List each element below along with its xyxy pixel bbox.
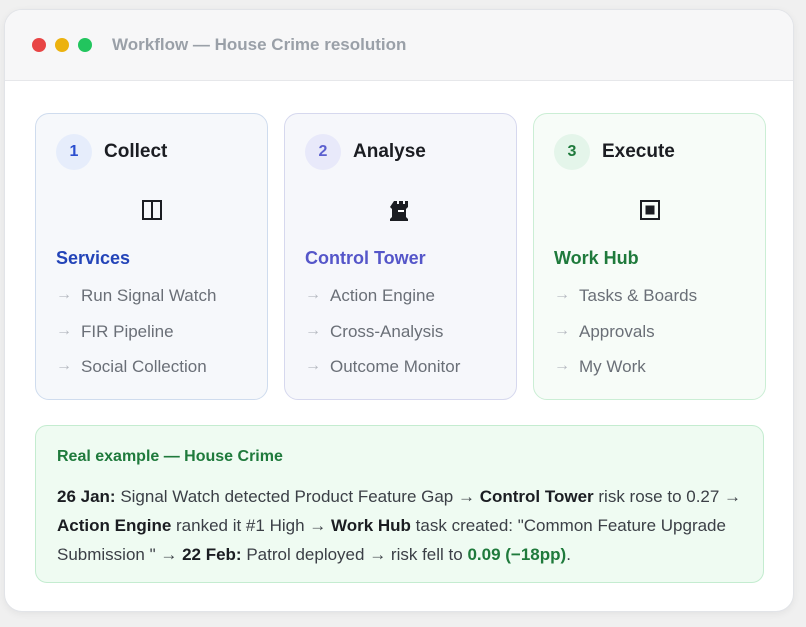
step-number: 1 bbox=[56, 134, 92, 170]
example-date-start: 26 Jan: bbox=[57, 487, 116, 506]
window-title: Workflow — House Crime resolution bbox=[112, 35, 407, 54]
step-number: 3 bbox=[554, 134, 590, 170]
window-titlebar: Workflow — House Crime resolution bbox=[5, 10, 793, 81]
list-item[interactable]: → Cross-Analysis bbox=[305, 322, 460, 358]
example-result-value: 0.09 (−18pp) bbox=[467, 545, 567, 564]
example-description: 26 Jan: Signal Watch detected Product Fe… bbox=[57, 482, 742, 569]
list-item-label: Approvals bbox=[579, 321, 655, 341]
step-item-list: → Tasks & Boards → Approvals → My Work bbox=[554, 286, 697, 393]
arrow-right-icon: → bbox=[56, 286, 72, 303]
example-work-hub: Work Hub bbox=[330, 516, 411, 535]
list-item-label: Cross-Analysis bbox=[330, 321, 444, 341]
workflow-window: Workflow — House Crime resolution 1 Coll… bbox=[4, 9, 794, 612]
step-title: Analyse bbox=[353, 141, 426, 162]
list-item[interactable]: → FIR Pipeline bbox=[56, 322, 216, 358]
step-subtitle[interactable]: Control Tower bbox=[305, 248, 426, 269]
list-item-label: My Work bbox=[579, 357, 646, 376]
arrow-right-icon: → bbox=[56, 321, 72, 339]
list-item-label: Outcome Monitor bbox=[330, 357, 461, 376]
example-date-end: 22 Feb: bbox=[182, 545, 242, 564]
workflow-steps: 1 Collect Services → Run Signal Watch → FI… bbox=[35, 113, 766, 400]
example-text: . bbox=[566, 545, 571, 564]
step-title: Execute bbox=[602, 141, 675, 162]
list-item[interactable]: → Action Engine bbox=[305, 286, 460, 322]
list-item[interactable]: → Tasks & Boards bbox=[554, 286, 697, 322]
list-item[interactable]: → My Work bbox=[554, 357, 697, 393]
arrow-right-icon: → bbox=[305, 286, 321, 303]
step-header: 1 Collect bbox=[56, 134, 267, 170]
list-item-label: Run Signal Watch bbox=[81, 286, 217, 305]
list-item-label: Action Engine bbox=[330, 286, 435, 305]
list-item[interactable]: → Outcome Monitor bbox=[305, 357, 460, 393]
list-item-label: FIR Pipeline bbox=[81, 321, 174, 341]
step-item-list: → Run Signal Watch → FIR Pipeline → Social … bbox=[56, 286, 216, 393]
list-item[interactable]: → Approvals bbox=[554, 322, 697, 358]
real-example-panel: Real example — House Crime 26 Jan: Signa… bbox=[35, 425, 764, 583]
step-header: 3 Execute bbox=[554, 134, 765, 170]
arrow-right-icon: → bbox=[56, 357, 72, 374]
example-text: risk rose to 0.27 → bbox=[593, 487, 742, 506]
square-stop-icon bbox=[639, 200, 660, 220]
step-card-execute[interactable]: 3 Execute Work Hub → Tasks & Boards → Appr… bbox=[533, 113, 766, 400]
arrow-right-icon: → bbox=[554, 357, 570, 374]
example-control-tower: Control Tower bbox=[479, 487, 594, 506]
list-item[interactable]: → Run Signal Watch bbox=[56, 286, 216, 322]
arrow-right-icon: → bbox=[305, 357, 321, 374]
step-number: 2 bbox=[305, 134, 341, 170]
example-title: Real example — House Crime bbox=[57, 448, 283, 465]
minimize-window-button[interactable] bbox=[55, 38, 69, 52]
arrow-right-icon: → bbox=[305, 321, 321, 339]
example-text: Patrol deployed → risk fell to bbox=[241, 545, 468, 564]
tower-icon bbox=[389, 201, 408, 221]
step-title: Collect bbox=[104, 141, 168, 162]
example-text: Signal Watch detected Product Feature Ga… bbox=[115, 487, 480, 506]
close-window-button[interactable] bbox=[32, 38, 46, 52]
example-text: ranked it #1 High → bbox=[171, 516, 331, 535]
step-subtitle[interactable]: Work Hub bbox=[554, 248, 639, 269]
example-action-engine: Action Engine bbox=[57, 516, 172, 535]
arrow-right-icon: → bbox=[554, 321, 570, 339]
step-subtitle[interactable]: Services bbox=[56, 248, 130, 269]
list-item-label: Social Collection bbox=[81, 357, 207, 376]
arrow-right-icon: → bbox=[554, 286, 570, 303]
step-card-collect[interactable]: 1 Collect Services → Run Signal Watch → FI… bbox=[35, 113, 268, 400]
split-panel-icon bbox=[141, 200, 162, 220]
list-item[interactable]: → Social Collection bbox=[56, 357, 216, 393]
maximize-window-button[interactable] bbox=[78, 38, 92, 52]
step-card-analyse[interactable]: 2 Analyse Control Tower → Action Engine →… bbox=[284, 113, 517, 400]
step-header: 2 Analyse bbox=[305, 134, 516, 170]
list-item-label: Tasks & Boards bbox=[579, 286, 698, 305]
step-item-list: → Action Engine → Cross-Analysis → Outcome … bbox=[305, 286, 460, 393]
